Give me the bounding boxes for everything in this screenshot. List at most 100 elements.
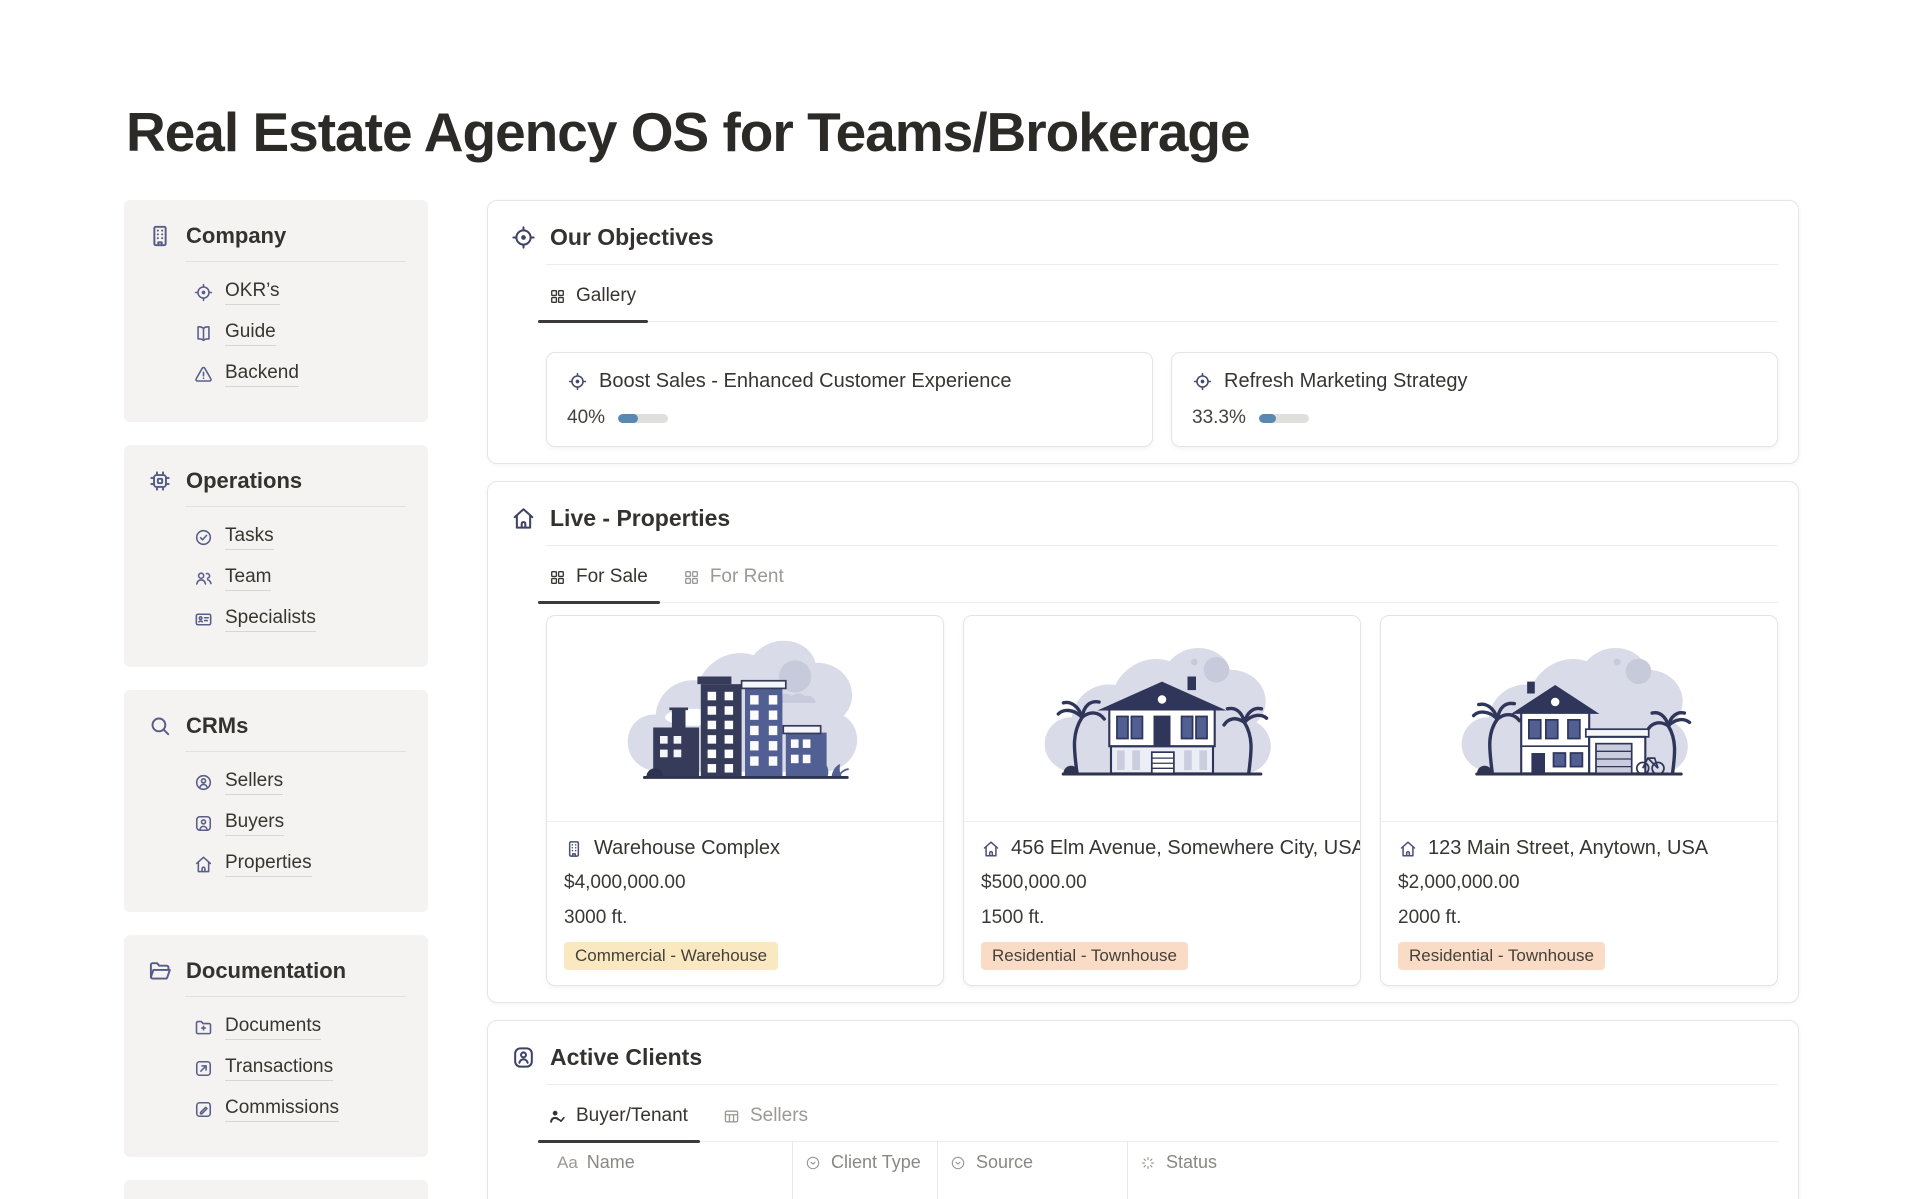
sidebar-item-properties[interactable]: Properties: [193, 851, 416, 877]
tab-sellers[interactable]: Sellers: [720, 1085, 810, 1141]
id-card-icon: [193, 609, 214, 630]
progress-bar-fill: [618, 414, 638, 423]
sidebar-item-buyers[interactable]: Buyers: [193, 810, 416, 836]
home-icon: [193, 854, 214, 875]
property-price: $500,000.00: [981, 872, 1343, 894]
property-card[interactable]: Warehouse Complex $4,000,000.00 3000 ft.…: [546, 615, 944, 986]
building-icon: [564, 839, 584, 859]
building-icon: [147, 223, 173, 249]
person-card-icon: [510, 1044, 537, 1071]
objective-card[interactable]: Boost Sales - Enhanced Customer Experien…: [546, 352, 1153, 447]
property-title: 123 Main Street, Anytown, USA: [1428, 837, 1708, 860]
sidebar-section-title: Documentation: [186, 958, 346, 984]
sidebar-item-commissions[interactable]: Commissions: [193, 1096, 416, 1122]
sidebar-item-guide[interactable]: Guide: [193, 320, 416, 346]
sidebar-item-label: Guide: [225, 321, 276, 346]
arrow-square-icon: [193, 1058, 214, 1079]
property-size: 2000 ft.: [1398, 907, 1760, 929]
pen-square-icon: [193, 1099, 214, 1120]
sidebar-section-operations: Operations Tasks Team Specialists: [124, 445, 428, 667]
column-label: Source: [976, 1152, 1033, 1173]
sidebar-item-label: Documents: [225, 1015, 321, 1040]
people-icon: [193, 568, 214, 589]
column-header-client-type[interactable]: Client Type: [793, 1142, 938, 1199]
sidebar-item-backend[interactable]: Backend: [193, 361, 416, 387]
column-header-name[interactable]: Aa Name: [546, 1142, 793, 1199]
properties-tabs: For Sale For Rent: [546, 546, 1778, 603]
sidebar-item-label: Backend: [225, 362, 299, 387]
tab-for-rent[interactable]: For Rent: [680, 546, 786, 602]
folder-open-icon: [147, 958, 173, 984]
property-card[interactable]: 123 Main Street, Anytown, USA $2,000,000…: [1380, 615, 1778, 986]
property-price: $2,000,000.00: [1398, 872, 1760, 894]
check-circle-icon: [193, 527, 214, 548]
tab-gallery[interactable]: Gallery: [546, 265, 638, 321]
sidebar-item-label: Specialists: [225, 607, 316, 632]
divider: [185, 751, 406, 752]
objective-title: Boost Sales - Enhanced Customer Experien…: [599, 370, 1011, 393]
table-icon: [722, 1107, 741, 1126]
sidebar-item-label: Sellers: [225, 770, 283, 795]
chip-icon: [147, 468, 173, 494]
page: Real Estate Agency OS for Teams/Brokerag…: [0, 0, 1920, 1199]
grid-icon: [548, 568, 567, 587]
column-header-source[interactable]: Source: [938, 1142, 1128, 1199]
section-title: Our Objectives: [550, 224, 714, 251]
divider: [185, 506, 406, 507]
sidebar-item-okrs[interactable]: OKR’s: [193, 279, 416, 305]
objectives-card: Our Objectives Gallery Boost Sales - Enh…: [487, 200, 1799, 464]
sidebar-section-title: Operations: [186, 468, 302, 494]
sidebar-item-sellers[interactable]: Sellers: [193, 769, 416, 795]
property-card[interactable]: 456 Elm Avenue, Somewhere City, USA $500…: [963, 615, 1361, 986]
tab-for-sale[interactable]: For Sale: [546, 546, 650, 602]
sidebar-item-team[interactable]: Team: [193, 565, 416, 591]
clients-tabs: Buyer/Tenant Sellers: [546, 1085, 1778, 1142]
status-icon: [1139, 1154, 1157, 1172]
progress-label: 40%: [567, 407, 605, 429]
objective-card[interactable]: Refresh Marketing Strategy 33.3%: [1171, 352, 1778, 447]
clients-card: Active Clients Buyer/Tenant Sellers Aa: [487, 1020, 1799, 1199]
objectives-tabs: Gallery: [546, 265, 1778, 322]
sidebar-item-label: Tasks: [225, 525, 274, 550]
column-label: Status: [1166, 1152, 1217, 1173]
select-icon: [804, 1154, 822, 1172]
property-tag: Residential - Townhouse: [1398, 942, 1605, 970]
text-icon: Aa: [557, 1153, 578, 1173]
sidebar-item-label: Team: [225, 566, 271, 591]
sidebar-section-company: Company OKR’s Guide Backend: [124, 200, 428, 422]
search-icon: [147, 713, 173, 739]
tab-label: Gallery: [576, 285, 636, 307]
tab-label: For Rent: [710, 566, 784, 588]
property-price: $4,000,000.00: [564, 872, 926, 894]
objective-title: Refresh Marketing Strategy: [1224, 370, 1467, 393]
property-size: 1500 ft.: [981, 907, 1343, 929]
sidebar-item-label: Buyers: [225, 811, 284, 836]
sidebar-item-transactions[interactable]: Transactions: [193, 1055, 416, 1081]
select-icon: [949, 1154, 967, 1172]
sidebar-item-specialists[interactable]: Specialists: [193, 606, 416, 632]
progress-label: 33.3%: [1192, 407, 1246, 429]
home-icon: [1398, 839, 1418, 859]
property-tag: Commercial - Warehouse: [564, 942, 778, 970]
sidebar-section-title: Company: [186, 223, 286, 249]
section-title: Active Clients: [550, 1044, 702, 1071]
open-book-icon: [193, 323, 214, 344]
home-icon: [981, 839, 1001, 859]
property-title: Warehouse Complex: [594, 837, 780, 860]
sidebar-item-documents[interactable]: Documents: [193, 1014, 416, 1040]
sidebar-item-tasks[interactable]: Tasks: [193, 524, 416, 550]
divider: [185, 996, 406, 997]
property-title: 456 Elm Avenue, Somewhere City, USA: [1011, 837, 1361, 860]
folder-plus-icon: [193, 1017, 214, 1038]
divider: [185, 261, 406, 262]
user-circle-icon: [193, 772, 214, 793]
sidebar-section-crms: CRMs Sellers Buyers Properties: [124, 690, 428, 912]
clients-table-header: Aa Name Client Type Source Status: [546, 1142, 1778, 1199]
sidebar-section-marketing: Marketing Brand Assets: [124, 1180, 428, 1199]
home-icon: [510, 505, 537, 532]
target-icon: [193, 282, 214, 303]
column-header-status[interactable]: Status: [1128, 1142, 1778, 1199]
tab-buyer-tenant[interactable]: Buyer/Tenant: [546, 1085, 690, 1141]
column-label: Client Type: [831, 1152, 921, 1173]
grid-icon: [682, 568, 701, 587]
